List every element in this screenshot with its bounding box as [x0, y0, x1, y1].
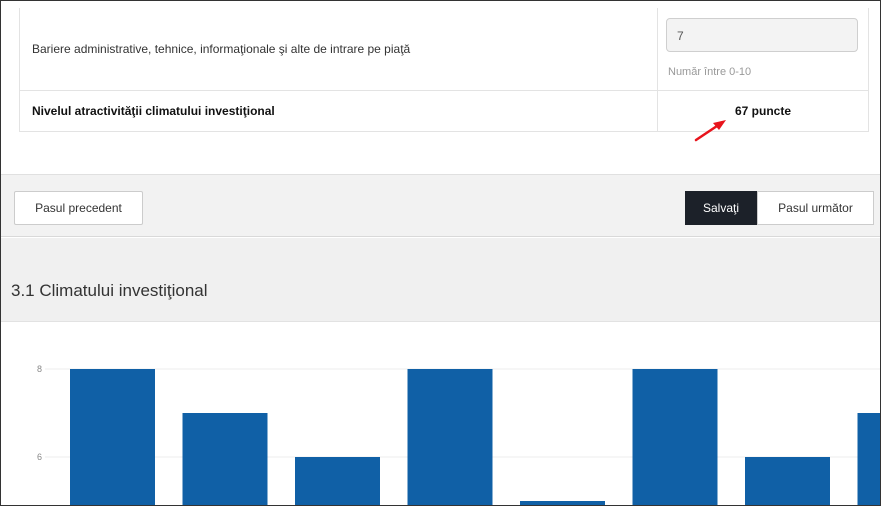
bar [520, 501, 605, 505]
criterion-value-cell: 7 Număr între 0-10 [658, 8, 868, 90]
red-arrow-annotation [694, 120, 726, 142]
score-input[interactable]: 7 [666, 18, 858, 52]
bar [70, 369, 155, 505]
previous-step-button[interactable]: Pasul precedent [14, 191, 143, 225]
y-tick-label: 8 [37, 364, 42, 374]
criterion-label: Bariere administrative, tehnice, informa… [20, 8, 658, 90]
page-frame: Bariere administrative, tehnice, informa… [0, 0, 881, 506]
total-row: Nivelul atractivităţii climatului invest… [20, 91, 868, 131]
bar [632, 369, 718, 505]
bar [745, 457, 830, 505]
table-row: Bariere administrative, tehnice, informa… [20, 8, 868, 91]
save-button[interactable]: Salvaţi [685, 191, 757, 225]
bar-chart: 86 [37, 364, 880, 505]
criteria-table: Bariere administrative, tehnice, informa… [19, 8, 869, 132]
total-label: Nivelul atractivităţii climatului invest… [20, 91, 658, 131]
input-help-text: Număr între 0-10 [668, 66, 752, 78]
section-header: 3.1 Climatului investiţional [1, 238, 880, 322]
next-step-button[interactable]: Pasul următor [757, 191, 874, 225]
total-value-cell: 67 puncte [658, 91, 868, 131]
bar [295, 457, 380, 505]
step-navigation: Pasul precedent Salvaţi Pasul următor [1, 174, 880, 237]
section-title: 3.1 Climatului investiţional [11, 281, 208, 300]
y-tick-label: 6 [37, 452, 42, 462]
bar [407, 369, 493, 505]
bar [857, 413, 880, 505]
total-score: 67 puncte [734, 104, 791, 118]
bar [182, 413, 268, 505]
